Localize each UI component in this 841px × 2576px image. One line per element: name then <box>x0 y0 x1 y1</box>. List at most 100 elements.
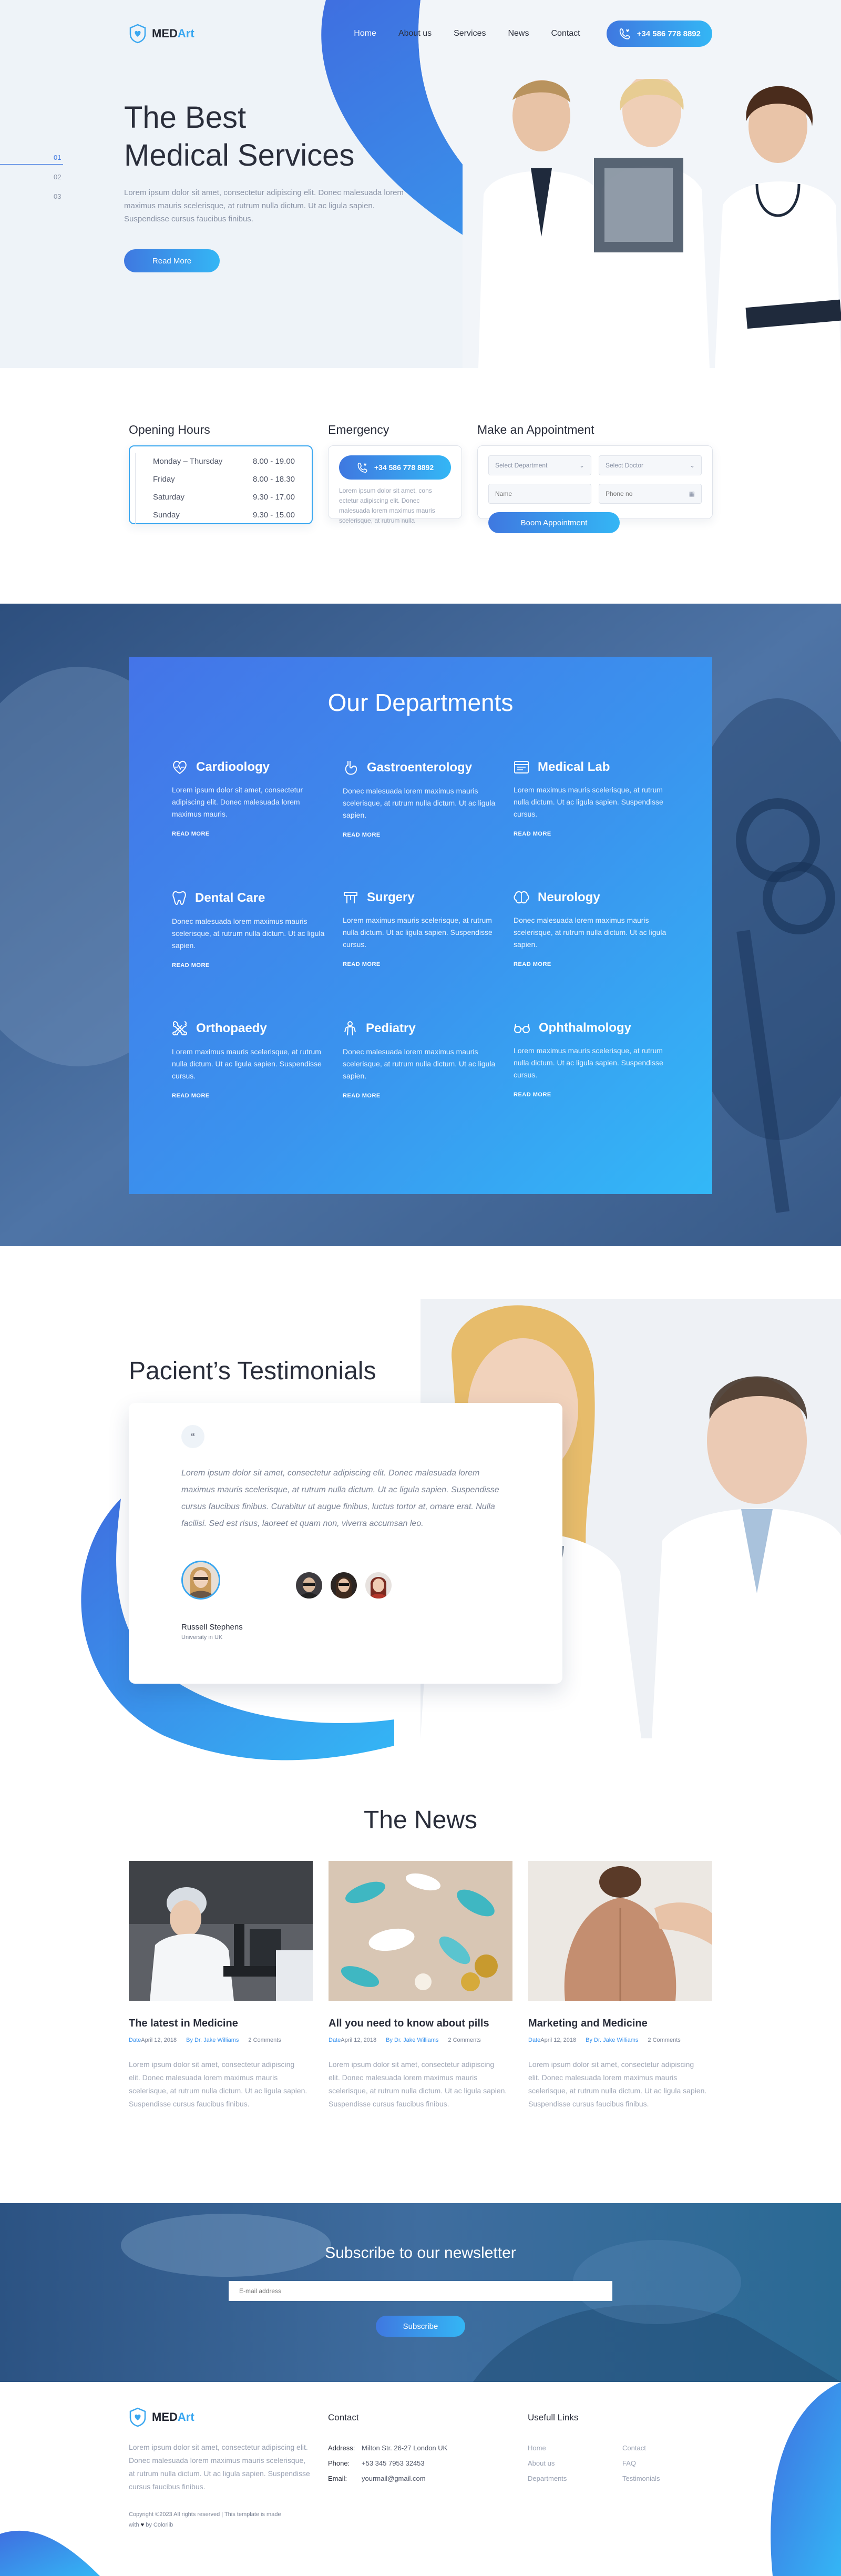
news-meta: DateApril 12, 2018 By Dr. Jake Williams … <box>129 2037 313 2043</box>
footer-email[interactable]: Email: yourmail@gmail.com <box>328 2475 447 2482</box>
news-excerpt: Lorem ipsum dolor sit amet, consectetur … <box>129 2060 307 2108</box>
hero-doctors-photo <box>463 79 841 368</box>
name-input[interactable] <box>495 490 584 497</box>
newsletter-title: Subscribe to our newsletter <box>325 2244 516 2262</box>
news-title-link[interactable]: All you need to know about pills <box>329 2018 512 2030</box>
doctor-select[interactable]: Select Doctor ⌄ <box>599 455 702 475</box>
read-more-link[interactable]: READ MORE <box>343 1093 381 1099</box>
departments-panel: Our Departments Cardioology Lorem ipsum … <box>129 657 712 1194</box>
department-medical-lab: Medical Lab Lorem maximus mauris sceleri… <box>514 760 671 890</box>
news-card: Marketing and Medicine DateApril 12, 201… <box>528 1861 712 2111</box>
header-phone-button[interactable]: +34 586 778 8892 <box>606 21 712 47</box>
news-date: DateApril 12, 2018 <box>329 2037 377 2043</box>
emergency-phone-number: +34 586 778 8892 <box>374 463 434 472</box>
emergency-box: +34 586 778 8892 Lorem ipsum dolor sit a… <box>328 445 462 524</box>
read-more-link[interactable]: READ MORE <box>343 961 381 968</box>
read-more-link[interactable]: READ MORE <box>172 831 210 837</box>
brain-icon <box>514 891 529 904</box>
header-phone-number: +34 586 778 8892 <box>637 29 701 38</box>
avatar <box>181 1561 220 1600</box>
read-more-link[interactable]: READ MORE <box>514 961 551 968</box>
quote-icon: “ <box>181 1425 204 1448</box>
department-name: Cardioology <box>196 760 270 774</box>
news-title-link[interactable]: Marketing and Medicine <box>528 2018 712 2030</box>
news-comments[interactable]: 2 Comments <box>448 2037 480 2043</box>
info-section: Opening Hours Monday – Thursday 8.00 - 19… <box>0 368 841 604</box>
news-comments[interactable]: 2 Comments <box>648 2037 680 2043</box>
avatar <box>296 1572 322 1598</box>
footer-link-about-us[interactable]: About us <box>528 2459 622 2467</box>
read-more-link[interactable]: READ MORE <box>172 1093 210 1099</box>
emergency-card: Emergency +34 586 778 8892 Lorem ipsum d… <box>328 423 462 524</box>
logo[interactable]: MEDArt <box>129 24 194 44</box>
subscribe-button[interactable]: Subscribe <box>376 2316 465 2337</box>
site-footer: MEDArt Lorem ipsum dolor sit amet, conse… <box>0 2382 841 2576</box>
nav-about-us[interactable]: About us <box>398 29 432 38</box>
slide-02[interactable]: 02 <box>0 173 63 192</box>
microscope-scientist-image <box>129 1861 313 2001</box>
footer-link-faq[interactable]: FAQ <box>622 2459 717 2467</box>
footer-logo[interactable]: MEDArt <box>129 2407 313 2427</box>
footer-link-contact[interactable]: Contact <box>622 2444 717 2452</box>
news-image-pills[interactable] <box>329 1861 512 2001</box>
hours-row: Monday – Thursday 8.00 - 19.00 <box>135 453 312 471</box>
shield-heart-logo-icon <box>129 24 146 44</box>
news-date: DateApril 12, 2018 <box>129 2037 177 2043</box>
read-more-link[interactable]: READ MORE <box>343 832 381 838</box>
emergency-phone-button[interactable]: +34 586 778 8892 <box>339 455 451 480</box>
news-image-microscope[interactable] <box>129 1861 313 2001</box>
avatar <box>331 1572 357 1598</box>
footer-link-testimonials[interactable]: Testimonials <box>622 2475 717 2482</box>
footer-contact: Contact Address: Milton Str. 26-27 London… <box>328 2412 447 2490</box>
hero-read-more-button[interactable]: Read More <box>124 249 220 272</box>
slide-03[interactable]: 03 <box>0 192 63 212</box>
slide-01[interactable]: 01 <box>0 154 63 173</box>
news-date: DateApril 12, 2018 <box>528 2037 577 2043</box>
phone-heart-icon <box>619 28 630 39</box>
appointment-title: Make an Appointment <box>477 423 594 436</box>
news-card: The latest in Medicine DateApril 12, 201… <box>129 1861 313 2111</box>
nav-contact[interactable]: Contact <box>551 29 580 38</box>
child-icon <box>344 1021 356 1036</box>
emergency-text: Lorem ipsum dolor sit amet, cons ectetur… <box>339 487 435 524</box>
footer-copyright: Copyright ©2023 All rights reserved | Th… <box>129 2511 281 2528</box>
news-comments[interactable]: 2 Comments <box>248 2037 281 2043</box>
chevron-down-icon: ⌄ <box>579 462 584 469</box>
department-neurology: Neurology Donec malesuada lorem maximus … <box>514 890 671 1021</box>
department-head: Gastroenterology <box>343 760 500 776</box>
book-appointment-button[interactable]: Boom Appointment <box>488 512 620 533</box>
newsletter-email-input[interactable] <box>229 2281 612 2301</box>
stomach-icon <box>345 761 357 775</box>
phone-input[interactable] <box>606 490 689 497</box>
department-text: Donec malesuada lorem maximus mauris sce… <box>343 787 496 819</box>
department-text: Lorem maximus mauris scelerisque, at rut… <box>172 1047 322 1080</box>
footer-link-home[interactable]: Home <box>528 2444 622 2452</box>
department-head: Surgery <box>343 890 500 905</box>
department-ophthalmology: Ophthalmology Lorem maximus mauris scele… <box>514 1021 671 1151</box>
testimonial-author-role: University in UK <box>181 1634 223 1641</box>
footer-address: Address: Milton Str. 26-27 London UK <box>328 2444 448 2452</box>
nav-news[interactable]: News <box>508 29 529 38</box>
shield-heart-logo-icon <box>129 2407 146 2427</box>
testimonial-thumbnail[interactable] <box>296 1572 322 1598</box>
testimonials-title: Pacient’s Testimonials <box>129 1357 376 1385</box>
department-text: Donec malesuada lorem maximus mauris sce… <box>172 917 325 950</box>
testimonial-thumbnail[interactable] <box>331 1572 357 1598</box>
testimonial-thumbnail[interactable] <box>365 1572 392 1598</box>
read-more-link[interactable]: READ MORE <box>514 831 551 837</box>
bone-icon <box>172 1021 188 1036</box>
department-name: Ophthalmology <box>539 1021 631 1035</box>
footer-link-departments[interactable]: Departments <box>528 2475 622 2482</box>
news-title-link[interactable]: The latest in Medicine <box>129 2018 313 2030</box>
nav-services[interactable]: Services <box>454 29 486 38</box>
read-more-link[interactable]: READ MORE <box>514 1092 551 1098</box>
news-image-massage[interactable] <box>528 1861 712 2001</box>
nav-home[interactable]: Home <box>354 29 376 38</box>
read-more-link[interactable]: READ MORE <box>172 962 210 969</box>
hero-text: Lorem ipsum dolor sit amet, consectetur … <box>124 188 404 223</box>
opening-hours-title: Opening Hours <box>129 423 210 436</box>
footer-logo-text: MEDArt <box>152 2410 194 2424</box>
news-title: The News <box>363 1806 478 1834</box>
department-select[interactable]: Select Department ⌄ <box>488 455 591 475</box>
department-head: Orthopaedy <box>172 1021 330 1036</box>
